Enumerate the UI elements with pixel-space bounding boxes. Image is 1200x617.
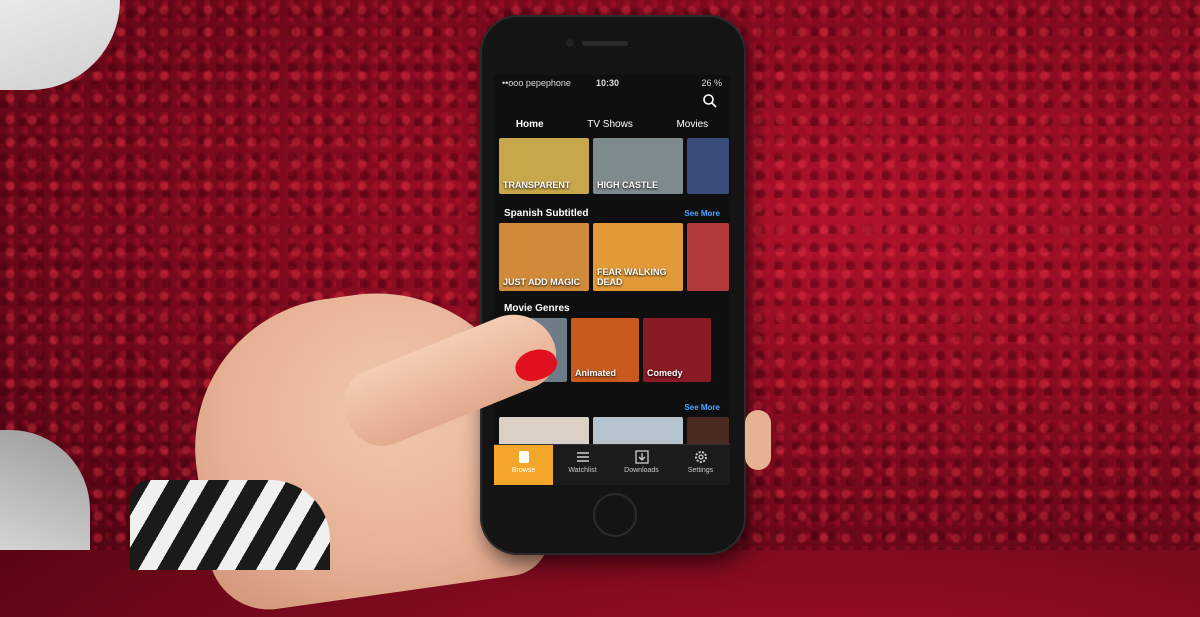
see-more-spanish[interactable]: See More (684, 209, 720, 218)
front-camera (566, 39, 574, 47)
clock: 10:30 (596, 78, 620, 88)
bottom-navigation: Browse Watchlist Downloads Settings (494, 444, 730, 485)
smartphone: ••ooo pepephone 10:30 26 % Home TV Shows… (480, 15, 746, 555)
genre-tile-comedy[interactable]: Comedy (643, 318, 711, 382)
poster-transparent[interactable]: TRANSPARENT (499, 138, 589, 194)
download-icon (634, 450, 649, 464)
finger (745, 410, 771, 470)
battery-indicator: 26 % (701, 78, 722, 88)
app-screen: ••ooo pepephone 10:30 26 % Home TV Shows… (494, 75, 730, 485)
tab-movies[interactable]: Movies (672, 117, 712, 135)
status-bar: ••ooo pepephone 10:30 26 % (494, 75, 730, 91)
poster-spanish-3[interactable] (687, 223, 729, 291)
tab-tv-shows[interactable]: TV Shows (583, 117, 637, 135)
list-icon (576, 452, 589, 462)
section-title-genres: Movie Genres (504, 303, 570, 314)
poster-featured-3[interactable] (687, 138, 729, 194)
earpiece-speaker (582, 41, 628, 46)
see-more-row4[interactable]: See More (684, 403, 720, 412)
browse-icon (518, 451, 529, 463)
poster-fear-walking-dead[interactable]: FEAR WALKING DEAD (593, 223, 683, 291)
nav-watchlist[interactable]: Watchlist (553, 445, 612, 485)
featured-row: TRANSPARENT HIGH CASTLE (499, 138, 729, 194)
nav-downloads[interactable]: Downloads (612, 445, 671, 485)
tab-home[interactable]: Home (512, 117, 548, 135)
carrier-label: ••ooo pepephone (502, 78, 571, 88)
spanish-row: JUST ADD MAGIC FEAR WALKING DEAD (499, 223, 729, 291)
sweater-sleeve (130, 480, 330, 570)
top-tabs: Home TV Shows Movies (494, 117, 730, 135)
nav-settings[interactable]: Settings (671, 445, 730, 485)
search-icon[interactable] (702, 93, 718, 109)
section-title-spanish: Spanish Subtitled (504, 208, 589, 219)
poster-high-castle[interactable]: HIGH CASTLE (593, 138, 683, 194)
genre-tile-animated[interactable]: Animated (571, 318, 639, 382)
nav-browse[interactable]: Browse (494, 445, 553, 485)
gear-icon (694, 451, 707, 463)
home-button[interactable] (593, 493, 637, 537)
poster-just-add-magic[interactable]: JUST ADD MAGIC (499, 223, 589, 291)
